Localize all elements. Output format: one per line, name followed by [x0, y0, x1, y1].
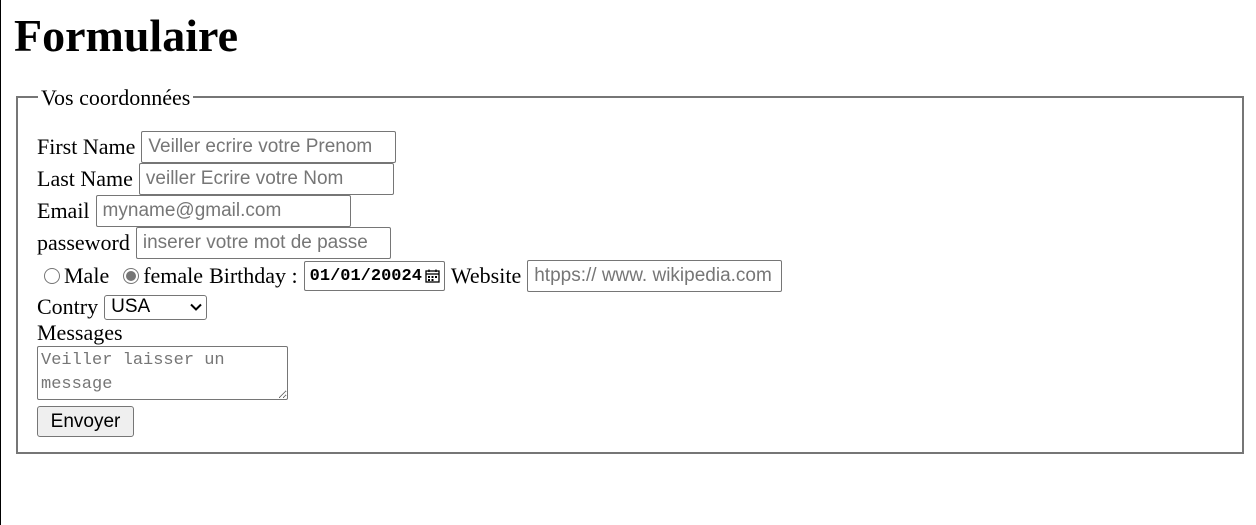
website-input[interactable]	[527, 260, 783, 292]
email-field[interactable]	[95, 195, 351, 227]
birthday-label: Birthday :	[209, 263, 298, 288]
page-title: Formulaire	[14, 10, 238, 61]
male-radio[interactable]	[44, 268, 60, 284]
male-label: Male	[64, 263, 110, 288]
password-input[interactable]	[135, 227, 391, 259]
page-left-border	[0, 0, 1, 525]
birthday-date-input[interactable]: 01/01/20024	[303, 261, 445, 291]
female-label: female	[143, 263, 204, 288]
messages-label: Messages	[37, 320, 123, 345]
password-label: passeword	[37, 230, 130, 255]
birthday-value: 01/01/20024	[309, 266, 422, 286]
calendar-icon[interactable]	[425, 269, 440, 283]
gender-birthday-website-row: Male female Birthday : 01/01/20024 Websi…	[44, 260, 783, 292]
messages-row: Messages	[37, 317, 123, 349]
messages-textarea[interactable]	[37, 346, 288, 400]
last-name-label: Last Name	[37, 166, 133, 191]
password-row: passeword	[37, 227, 391, 259]
website-label: Website	[450, 263, 522, 288]
submit-button[interactable]: Envoyer	[37, 406, 134, 437]
fieldset-legend: Vos coordonnées	[38, 86, 194, 110]
coordinates-fieldset: Vos coordonnées First Name Last Name Ema…	[16, 86, 1244, 454]
female-radio[interactable]	[123, 268, 140, 284]
chevron-down-icon	[190, 303, 202, 311]
country-select[interactable]: USA	[104, 294, 208, 320]
first-name-row: First Name	[37, 131, 397, 163]
email-row: Email	[37, 195, 351, 227]
last-name-row: Last Name	[37, 163, 394, 195]
email-label: Email	[37, 198, 90, 223]
last-name-input[interactable]	[138, 163, 394, 195]
first-name-label: First Name	[37, 134, 136, 159]
country-selected-value: USA	[111, 296, 151, 317]
first-name-input[interactable]	[141, 131, 397, 163]
